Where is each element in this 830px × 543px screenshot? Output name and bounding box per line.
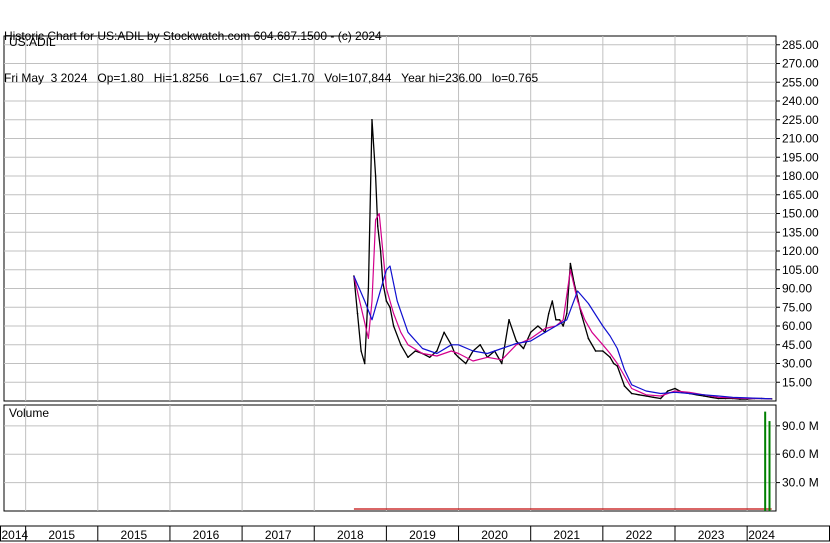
price-point — [522, 347, 525, 350]
volume-baseline-bars — [353, 508, 772, 510]
price-point — [674, 387, 676, 390]
price-point — [464, 362, 467, 365]
price-point — [501, 362, 503, 365]
price-point — [558, 318, 561, 321]
price-point — [609, 356, 611, 359]
y-tick-label: 210.00 — [782, 132, 819, 146]
x-tick-label: 2018 — [337, 528, 364, 542]
price-point — [594, 350, 597, 352]
header-close: Cl=1.70 — [272, 71, 315, 85]
y-tick-label: 270.00 — [782, 57, 819, 71]
y-tick-label: 75.00 — [782, 300, 812, 314]
y-tick-label: 150.00 — [782, 207, 819, 221]
y-tick-label: 255.00 — [782, 75, 819, 89]
price-point — [367, 287, 370, 290]
x-tick-label: 2021 — [553, 528, 580, 542]
price-point — [551, 300, 554, 302]
y-tick-label: 90.0 M — [782, 419, 819, 433]
price-point — [652, 396, 655, 399]
price-point — [602, 350, 604, 352]
header-date: Fri May 3 2024 — [4, 71, 88, 85]
volume-panel: 90.0 M 60.0 M 30.0 M — [3, 404, 819, 512]
volume-bar — [764, 411, 767, 511]
price-point — [587, 337, 590, 340]
x-tick-label: 2023 — [698, 528, 725, 542]
price-point — [376, 225, 379, 227]
price-point — [400, 343, 402, 346]
price-point — [565, 312, 568, 315]
price-point — [638, 393, 640, 396]
header-volume: Vol=107,844 — [324, 71, 392, 85]
volume-bar — [768, 421, 771, 511]
y-tick-label: 120.00 — [782, 244, 819, 258]
y-tick-label: 90.00 — [782, 282, 812, 296]
price-point — [363, 362, 366, 365]
price-point — [414, 350, 417, 352]
price-point — [374, 175, 377, 177]
price-point — [443, 331, 445, 334]
price-point — [436, 350, 438, 352]
price-point — [555, 318, 557, 321]
price-point — [630, 392, 633, 395]
price-point — [385, 300, 388, 302]
y-tick-label: 60.00 — [782, 319, 812, 333]
x-tick-label: 2017 — [265, 528, 292, 542]
price-point — [428, 356, 431, 359]
price-point — [508, 318, 510, 321]
volume-panel-title: Volume — [9, 406, 49, 420]
price-point — [666, 390, 669, 392]
y-tick-label: 15.00 — [782, 375, 812, 389]
x-tick-label: 2024 — [748, 528, 775, 542]
y-tick-label: 45.00 — [782, 338, 812, 352]
y-tick-label: 195.00 — [782, 150, 819, 164]
price-point — [392, 325, 395, 327]
x-tick-label: 2020 — [481, 528, 508, 542]
header-stats: Fri May 3 2024 Op=1.80 Hi=1.8256 Lo=1.67… — [4, 71, 538, 85]
price-point — [360, 350, 362, 352]
y-tick-label: 285.00 — [782, 38, 819, 52]
x-tick-label: 2015 — [48, 528, 75, 542]
y-tick-label: 165.00 — [782, 188, 819, 202]
x-tick-label: 2014 — [1, 528, 28, 542]
y-tick-label: 105.00 — [782, 263, 819, 277]
y-tick-label: 60.0 M — [782, 447, 819, 461]
price-point — [537, 325, 539, 327]
price-point — [356, 312, 359, 315]
price-point — [379, 250, 382, 252]
price-point — [371, 118, 373, 121]
x-tick-label: 2022 — [626, 528, 653, 542]
header-year-high: Year hi=236.00 — [401, 71, 482, 85]
y-tick-label: 225.00 — [782, 113, 819, 127]
price-point — [659, 397, 662, 400]
y-tick-label: 240.00 — [782, 94, 819, 108]
header-open: Op=1.80 — [97, 71, 144, 85]
price-point — [569, 262, 572, 265]
y-tick-label: 30.0 M — [782, 476, 819, 490]
price-point — [479, 343, 481, 346]
price-point — [547, 312, 550, 315]
header-year-low: lo=0.765 — [491, 71, 539, 85]
y-tick-label: 30.00 — [782, 357, 812, 371]
x-tick-label: 2016 — [193, 528, 220, 542]
header-title: Historic Chart for US:ADIL by Stockwatch… — [4, 29, 382, 43]
x-axis: 2015 2015 2016 2017 2018 2019 2020 2021 2022 2023… — [0, 525, 830, 542]
price-point — [529, 331, 532, 334]
y-tick-label: 180.00 — [782, 169, 819, 183]
price-point — [612, 362, 615, 365]
header-high: Hi=1.8256 — [153, 71, 209, 85]
header-low: Lo=1.67 — [218, 71, 263, 85]
chart-header: Historic Chart for US:ADIL by Stockwatch… — [4, 1, 538, 99]
price-point — [389, 306, 391, 309]
volume-frame — [3, 404, 777, 512]
x-tick-label: 2015 — [121, 528, 148, 542]
x-tick-label: 2019 — [409, 528, 436, 542]
price-point — [562, 325, 564, 327]
price-point — [457, 356, 460, 359]
price-point — [515, 340, 518, 342]
y-tick-label: 135.00 — [782, 225, 819, 239]
price-point — [717, 397, 720, 400]
price-point — [623, 385, 626, 387]
price-point — [407, 356, 409, 359]
